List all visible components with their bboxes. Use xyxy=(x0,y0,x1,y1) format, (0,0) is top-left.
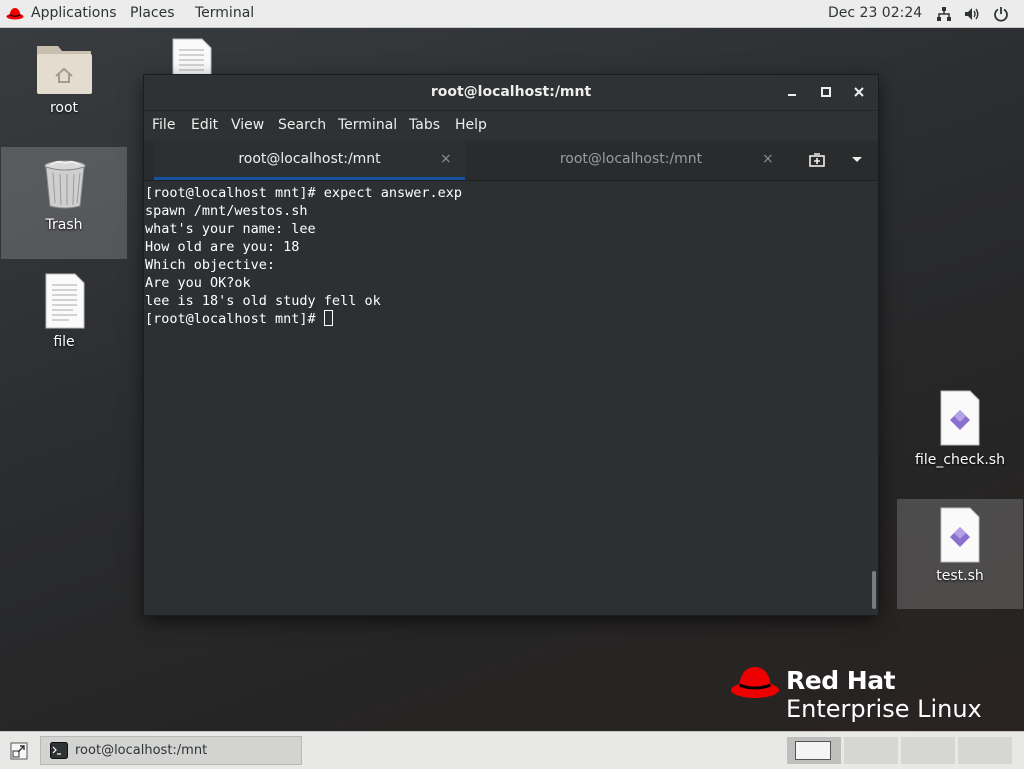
power-icon[interactable] xyxy=(993,6,1009,22)
workspace-1[interactable] xyxy=(787,737,841,764)
desktop-icon-test[interactable]: test.sh xyxy=(897,499,1023,609)
window-title: root@localhost:/mnt xyxy=(430,84,592,100)
terminal-line: what's your name: lee xyxy=(145,221,316,237)
taskbar-window-item[interactable]: root@localhost:/mnt xyxy=(40,736,302,765)
terminal-line: How old are you: 18 xyxy=(145,239,300,255)
menu-bar: File Edit View Search Terminal Tabs Help xyxy=(144,111,878,140)
text-file-icon xyxy=(45,273,85,329)
places-menu[interactable]: Places xyxy=(130,0,175,27)
menu-file[interactable]: File xyxy=(152,111,175,140)
tab-label: root@localhost:/mnt xyxy=(559,151,703,167)
tab-close-icon[interactable]: × xyxy=(440,141,452,177)
taskbar-window-label: root@localhost:/mnt xyxy=(75,743,208,758)
script-file-icon xyxy=(940,507,980,563)
workspace-window-thumb xyxy=(795,741,831,760)
menu-help[interactable]: Help xyxy=(455,111,487,140)
top-bar: Applications Places Terminal Dec 23 02:2… xyxy=(0,0,1024,28)
tab-label: root@localhost:/mnt xyxy=(238,151,381,167)
redhat-menu-icon xyxy=(6,8,24,20)
minimize-icon[interactable] xyxy=(783,83,801,101)
workspace-4[interactable] xyxy=(958,737,1012,764)
new-tab-icon[interactable] xyxy=(808,152,826,170)
applications-menu[interactable]: Applications xyxy=(31,0,117,27)
terminal-line: Which objective: xyxy=(145,257,276,273)
prompt-text: [root@localhost mnt]# xyxy=(145,311,324,327)
desktop-icon-label: root xyxy=(49,100,79,116)
desktop-icon-label: test.sh xyxy=(936,568,984,584)
terminal-app-menu[interactable]: Terminal xyxy=(195,0,254,27)
maximize-icon[interactable] xyxy=(817,83,835,101)
terminal-line: lee is 18's old study fell ok xyxy=(145,293,381,309)
close-icon[interactable] xyxy=(850,83,868,101)
desktop-icon-trash[interactable]: Trash xyxy=(1,147,127,259)
terminal-output[interactable]: [root@localhost mnt]# expect answer.exp … xyxy=(144,181,866,615)
workspace-2[interactable] xyxy=(844,737,898,764)
volume-icon[interactable] xyxy=(964,6,980,22)
tab-close-icon[interactable]: × xyxy=(762,141,774,177)
desktop-icon-file[interactable]: file xyxy=(1,264,127,376)
desktop-icon-file-check[interactable]: file_check.sh xyxy=(897,382,1023,494)
desktop-icon-root[interactable]: root xyxy=(1,30,127,142)
menu-view[interactable]: View xyxy=(231,111,264,140)
desktop-icon-label: file xyxy=(53,334,75,350)
brand-line-1: Red Hat xyxy=(786,666,896,695)
bottom-taskbar: root@localhost:/mnt xyxy=(0,731,1024,769)
clock[interactable]: Dec 23 02:24 xyxy=(828,0,922,27)
redhat-logo: Red Hat Enterprise Linux xyxy=(730,660,990,730)
menu-terminal[interactable]: Terminal xyxy=(338,111,397,140)
tab-2[interactable]: root@localhost:/mnt × xyxy=(466,141,796,180)
text-file-icon[interactable] xyxy=(172,38,212,75)
menu-search[interactable]: Search xyxy=(278,111,326,140)
scrollbar[interactable] xyxy=(872,571,876,609)
network-icon[interactable] xyxy=(936,6,952,22)
tab-bar: root@localhost:/mnt × root@localhost:/mn… xyxy=(144,141,878,181)
terminal-prompt-line: [root@localhost mnt]# xyxy=(145,310,333,328)
script-file-icon xyxy=(940,390,980,446)
terminal-line: Are you OK?ok xyxy=(145,275,251,291)
terminal-line: spawn /mnt/westos.sh xyxy=(145,203,308,219)
terminal-line: [root@localhost mnt]# expect answer.exp xyxy=(145,185,462,201)
redhat-hat-icon xyxy=(731,667,779,698)
brand-line-2: Enterprise Linux xyxy=(786,695,982,723)
workspace-3[interactable] xyxy=(901,737,955,764)
desktop-icon-label: file_check.sh xyxy=(915,452,1005,468)
terminal-icon xyxy=(50,742,68,759)
title-bar[interactable]: root@localhost:/mnt xyxy=(144,75,878,111)
tab-1[interactable]: root@localhost:/mnt × xyxy=(154,141,465,180)
terminal-window[interactable]: root@localhost:/mnt File Edit View Searc… xyxy=(144,75,878,615)
show-desktop-icon[interactable] xyxy=(10,742,28,760)
menu-tabs[interactable]: Tabs xyxy=(409,111,440,140)
home-folder-icon xyxy=(37,46,92,94)
text-cursor xyxy=(323,310,333,326)
chevron-down-icon[interactable] xyxy=(850,155,864,165)
desktop-icon-label: Trash xyxy=(45,217,83,233)
trash-icon xyxy=(44,160,86,209)
menu-edit[interactable]: Edit xyxy=(191,111,218,140)
